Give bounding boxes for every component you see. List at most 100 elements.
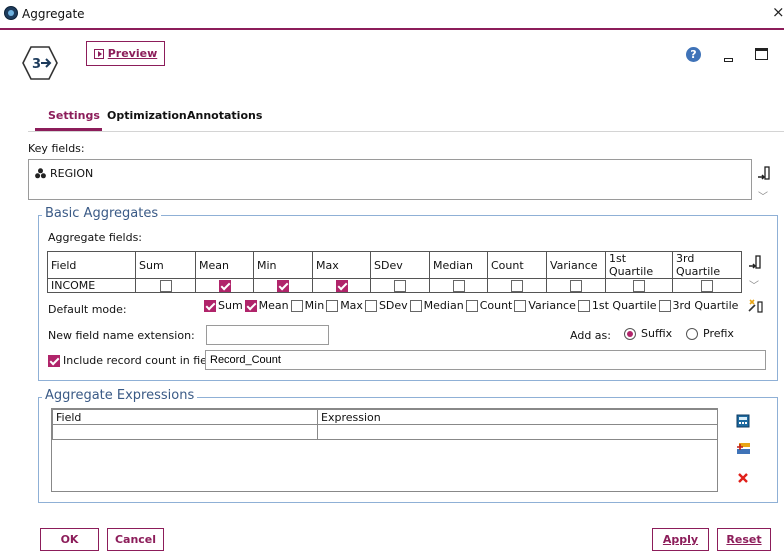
checkbox[interactable] [326,299,339,312]
expression-builder-icon[interactable] [736,414,750,428]
max-checkbox[interactable] [335,280,348,292]
first-quartile-checkbox[interactable] [633,280,645,292]
default-mode-first-quartile[interactable]: 1st Quartile [577,299,657,312]
checkbox[interactable] [409,299,422,312]
aggregate-fields-table[interactable]: Field Sum Mean Min Max SDev Median Count… [47,251,742,293]
default-mode-third-quartile[interactable]: 3rd Quartile [658,299,738,312]
default-mode-max[interactable]: Max [326,299,363,312]
checkbox[interactable] [514,299,527,312]
extension-input[interactable] [206,325,329,345]
table-cell[interactable] [317,424,718,440]
median-checkbox[interactable] [452,280,465,292]
checkbox-label: Mean [258,299,289,312]
record-count-field-input[interactable] [205,350,766,370]
column-header[interactable]: Variance [546,251,606,279]
add-expression-icon[interactable] [736,441,751,456]
table-cell[interactable] [52,424,318,440]
min-checkbox[interactable] [277,280,289,292]
column-header[interactable]: Median [429,251,488,279]
default-mode-mean[interactable]: Mean [244,299,289,312]
include-count-option[interactable]: Include record count in field [48,354,217,367]
column-header[interactable]: Min [253,251,313,279]
column-header[interactable]: Mean [195,251,254,279]
default-mode-count[interactable]: Count [465,299,513,312]
suffix-radio[interactable] [624,327,636,340]
sum-checkbox[interactable] [159,280,172,292]
reset-button[interactable]: Reset [717,528,771,551]
column-header[interactable]: Sum [135,251,196,279]
delete-icon[interactable] [737,472,749,484]
checkbox[interactable] [204,299,216,312]
tab-annotations[interactable]: Annotations [187,109,262,122]
table-header-row: Field Expression [52,409,718,425]
suffix-label: Suffix [641,327,673,340]
key-fields-label: Key fields: [28,142,85,155]
default-mode-min[interactable]: Min [290,299,324,312]
table-row[interactable]: INCOME [47,278,742,293]
column-header[interactable]: Field [52,409,318,425]
checkbox[interactable] [244,299,257,312]
apply-label: Apply [662,533,699,546]
column-header[interactable]: Max [312,251,371,279]
chevron-down-icon[interactable]: ﹀ [749,277,759,292]
column-header[interactable]: 3rd Quartile [672,251,742,279]
ok-button[interactable]: OK [40,528,99,551]
column-header[interactable]: Field [47,251,136,279]
column-header[interactable]: Count [487,251,547,279]
checkbox[interactable] [465,299,478,312]
title-bar: Aggregate × [0,0,784,30]
key-field-item[interactable]: REGION [35,167,93,180]
aggregate-expressions-title: Aggregate Expressions [42,388,198,403]
app-icon [4,6,18,20]
sdev-checkbox[interactable] [394,280,406,292]
suffix-radio-option[interactable]: Suffix [624,327,672,340]
key-field-name: REGION [50,167,94,180]
default-mode-label: Default mode: [48,303,127,316]
expressions-table[interactable]: Field Expression [52,409,718,440]
prefix-radio[interactable] [686,327,698,340]
tab-divider [28,131,784,132]
column-header[interactable]: SDev [370,251,430,279]
maximize-icon[interactable] [755,48,768,60]
variance-checkbox[interactable] [570,280,582,292]
mean-checkbox[interactable] [218,280,231,292]
default-mode-sum[interactable]: Sum [204,299,243,312]
column-header[interactable]: 1st Quartile [605,251,673,279]
default-mode-median[interactable]: Median [409,299,464,312]
aggregate-fields-label: Aggregate fields: [48,231,143,244]
checkbox-label: Count [479,299,513,312]
tab-optimization[interactable]: Optimization [107,109,187,122]
third-quartile-checkbox[interactable] [701,280,713,292]
chevron-down-icon[interactable]: ﹀ [758,188,768,203]
include-count-label: Include record count in field [63,354,217,367]
field-picker-icon[interactable] [757,166,771,182]
checkbox[interactable] [364,299,377,312]
field-picker-icon[interactable] [748,255,762,271]
checkbox[interactable] [658,299,671,312]
preview-button[interactable]: Preview [86,41,165,66]
close-icon[interactable]: × [772,3,784,21]
table-row[interactable] [52,424,718,440]
tab-settings[interactable]: Settings [48,109,100,122]
help-icon[interactable]: ? [686,47,701,62]
table-header-row: Field Sum Mean Min Max SDev Median Count… [47,251,742,279]
expressions-table-frame: Field Expression [51,408,718,492]
aggregate-node-icon: 3 [22,46,58,80]
prefix-radio-option[interactable]: Prefix [686,327,734,340]
include-count-checkbox[interactable] [48,354,60,367]
cancel-button[interactable]: Cancel [107,528,164,551]
count-checkbox[interactable] [511,280,523,292]
play-icon [93,48,104,59]
row-field-name[interactable]: INCOME [47,278,136,293]
checkbox[interactable] [577,299,590,312]
checkbox-label: SDev [378,299,408,312]
minimize-icon[interactable] [724,58,733,62]
apply-button[interactable]: Apply [652,528,709,551]
checkbox[interactable] [290,299,303,312]
checkbox-label: 1st Quartile [591,299,657,312]
key-fields-list[interactable]: REGION [28,159,752,200]
apply-defaults-icon[interactable] [748,298,764,314]
default-mode-variance[interactable]: Variance [514,299,576,312]
default-mode-sdev[interactable]: SDev [364,299,408,312]
column-header[interactable]: Expression [317,409,718,425]
